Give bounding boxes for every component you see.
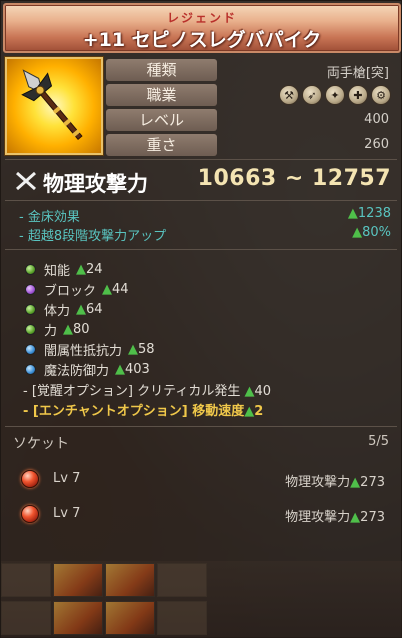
socket-title: ソケット bbox=[13, 436, 69, 452]
hotbar-slot bbox=[157, 563, 207, 597]
stat-strength: 力 ▲80 bbox=[25, 320, 90, 339]
hotbar-slot bbox=[53, 563, 103, 597]
hotbar-slot bbox=[105, 601, 155, 635]
hotbar-slot bbox=[1, 563, 51, 597]
transcendence-value: ▲80% bbox=[352, 225, 391, 240]
gem-level: Lv 7 bbox=[53, 471, 81, 486]
hotbar-slot bbox=[157, 601, 207, 635]
green-orb-icon bbox=[25, 304, 36, 315]
purple-orb-icon bbox=[25, 284, 36, 295]
hotbar-slot bbox=[1, 601, 51, 635]
divider bbox=[5, 159, 397, 160]
green-orb-icon bbox=[25, 324, 36, 335]
gem-stat: 物理攻撃力▲273 bbox=[285, 510, 385, 525]
stat-intellect: 知能 ▲24 bbox=[25, 260, 103, 279]
academic-class-icon: ⚙ bbox=[371, 85, 391, 105]
physical-attack-value: 10663 ~ 12757 bbox=[197, 166, 391, 191]
physical-attack-label: 物理攻撃力 bbox=[43, 172, 148, 196]
level-value: 400 bbox=[364, 112, 389, 127]
anvil-effect-row: - 金床効果 ▲1238 bbox=[19, 206, 391, 225]
blue-orb-icon bbox=[25, 364, 36, 375]
weight-label: 重さ bbox=[106, 134, 217, 156]
item-header: レジェンド +11 セピノスレグバパイク bbox=[3, 3, 401, 53]
blue-orb-icon bbox=[25, 344, 36, 355]
archer-class-icon: ➶ bbox=[302, 85, 322, 105]
rarity-label: レジェンド bbox=[166, 11, 237, 25]
stat-block: ブロック ▲44 bbox=[25, 280, 129, 299]
red-gem-icon bbox=[21, 470, 39, 488]
type-value: 両手槍[突] bbox=[326, 66, 389, 81]
transcendence-label: - 超越8段階攻撃力アップ bbox=[19, 229, 167, 244]
background-hotbar bbox=[1, 561, 402, 638]
green-orb-icon bbox=[25, 264, 36, 275]
divider bbox=[5, 249, 397, 250]
item-tooltip: レジェンド +11 セピノスレグバパイク 種類 両手槍[突] 職業 ⚒ ➶ ✦ … bbox=[0, 0, 402, 638]
enchant-option: - [エンチャントオプション] 移動速度▲2 bbox=[23, 404, 264, 419]
sorceress-class-icon: ✦ bbox=[325, 85, 345, 105]
crossed-swords-icon bbox=[16, 171, 36, 191]
cleric-class-icon: ✚ bbox=[348, 85, 368, 105]
anvil-effect-label: - 金床効果 bbox=[19, 210, 80, 225]
item-name: +11 セピノスレグバパイク bbox=[82, 29, 322, 51]
class-icons: ⚒ ➶ ✦ ✚ ⚙ bbox=[279, 85, 391, 105]
awakening-option: - [覚醒オプション] クリティカル発生 ▲40 bbox=[23, 384, 271, 399]
type-label: 種類 bbox=[106, 59, 217, 81]
gem-level: Lv 7 bbox=[53, 506, 81, 521]
stat-vitality: 体力 ▲64 bbox=[25, 300, 103, 319]
divider bbox=[5, 426, 397, 427]
warrior-class-icon: ⚒ bbox=[279, 85, 299, 105]
anvil-effect-value: ▲1238 bbox=[347, 206, 391, 221]
red-gem-icon bbox=[21, 505, 39, 523]
class-label: 職業 bbox=[106, 84, 217, 106]
golden-pike-icon bbox=[5, 57, 103, 155]
stat-magic-defense: 魔法防御力 ▲403 bbox=[25, 360, 150, 379]
transcendence-row: - 超越8段階攻撃力アップ ▲80% bbox=[19, 225, 391, 244]
hotbar-slot bbox=[53, 601, 103, 635]
gem-stat: 物理攻撃力▲273 bbox=[285, 475, 385, 490]
hotbar-slot bbox=[105, 563, 155, 597]
socket-count: 5/5 bbox=[368, 434, 389, 449]
stat-dark-resist: 闇属性抵抗力 ▲58 bbox=[25, 340, 155, 359]
weight-value: 260 bbox=[364, 137, 389, 152]
level-label: レベル bbox=[106, 109, 217, 131]
divider bbox=[5, 200, 397, 201]
